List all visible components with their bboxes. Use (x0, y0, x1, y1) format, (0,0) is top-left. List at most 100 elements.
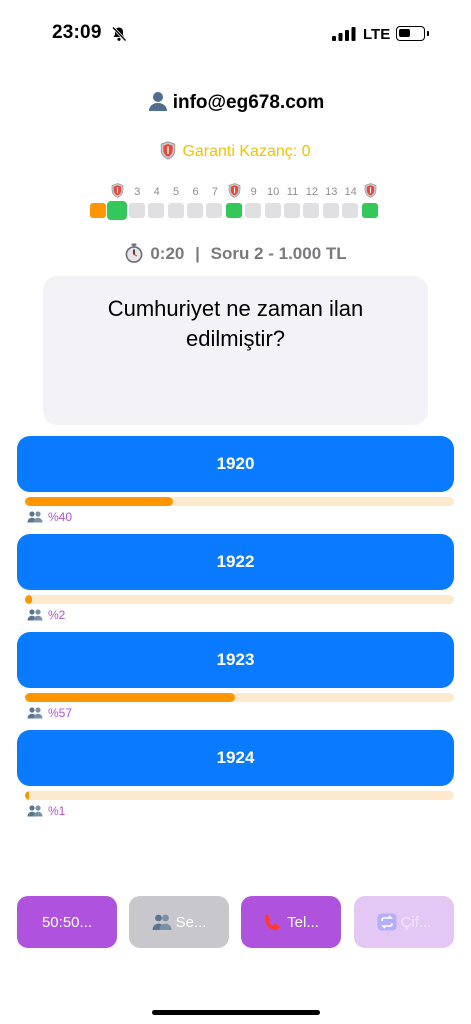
user-header: info@eg678.com (0, 90, 471, 114)
repeat-icon (377, 913, 397, 931)
answer-button[interactable]: 1924 (17, 730, 454, 786)
audience-bar (25, 693, 454, 702)
timer-row: 0:20 | Soru 2 - 1.000 TL (0, 243, 471, 264)
ladder-level-number: 10 (266, 186, 280, 198)
audience-percent: %57 (27, 706, 72, 720)
audience-bar (25, 791, 454, 800)
signal-icon (332, 27, 356, 41)
ladder-level-box (206, 203, 223, 218)
joker-button[interactable]: 50:50... (17, 896, 117, 948)
ladder-level: 4 (147, 183, 166, 219)
ladder-level-number: 3 (134, 186, 141, 198)
audience-bar (25, 497, 454, 506)
ladder-level: 13 (322, 183, 341, 219)
audience-percent: %40 (27, 510, 72, 524)
ladder-level: 7 (205, 183, 224, 219)
people-icon (27, 511, 43, 523)
ladder-level-number: 12 (305, 186, 319, 198)
timer-separator: | (195, 244, 200, 263)
level-ladder: 3 4 5 6 7 9 10 11 12 13 14 (89, 183, 389, 223)
ladder-level-box (284, 203, 300, 218)
guarantee-row: Garanti Kazanç: 0 (0, 141, 471, 161)
ladder-level-number: 4 (153, 186, 160, 198)
ladder-level: 10 (264, 183, 283, 219)
status-bar: 23:09 LTE (0, 0, 471, 70)
joker-label: Tel... (287, 913, 319, 931)
shield-icon (161, 141, 176, 160)
stopwatch-icon (125, 243, 143, 263)
user-icon (148, 92, 167, 111)
user-email: info@eg678.com (172, 92, 325, 113)
ladder-level-box (245, 203, 262, 218)
shield-icon (112, 183, 124, 198)
ladder-level-box (361, 203, 378, 218)
status-time: 23:09 (52, 22, 102, 43)
ladder-level-number: 7 (211, 186, 218, 198)
ladder-level-box (322, 203, 339, 218)
battery-icon (396, 26, 425, 41)
phone-icon (265, 914, 280, 931)
answer-button[interactable]: 1922 (17, 534, 454, 590)
audience-bar-fill (25, 791, 29, 800)
home-indicator[interactable] (152, 1010, 320, 1015)
audience-percent: %2 (27, 608, 65, 622)
ladder-level (89, 183, 108, 219)
guarantee-text: Garanti Kazanç: 0 (182, 143, 311, 160)
people-icon (152, 914, 172, 930)
joker-label: 50:50... (41, 913, 93, 931)
shield-icon (228, 183, 241, 198)
joker-label: Se... (175, 913, 207, 931)
question-info: Soru 2 - 1.000 TL (210, 244, 347, 263)
ladder-level-box (342, 203, 359, 218)
ladder-level (361, 183, 380, 219)
audience-bar (25, 595, 454, 604)
audience-percent: %1 (27, 804, 65, 818)
ladder-level-box (90, 203, 106, 218)
ladder-level-number: 13 (325, 186, 338, 198)
people-icon (27, 805, 43, 817)
ladder-level-number: 14 (344, 186, 357, 198)
question-text: Cumhuriyet ne zaman ilan edilmiştir? (107, 296, 364, 351)
joker-label: Çif... (400, 913, 432, 931)
ladder-level-box (107, 201, 128, 220)
audience-bar-fill (25, 497, 173, 506)
ladder-level-box (264, 203, 281, 218)
people-icon (27, 609, 43, 621)
shield-icon (364, 183, 376, 198)
joker-button[interactable]: Tel... (241, 896, 341, 948)
ladder-level-number: 6 (192, 186, 199, 198)
ladder-level-number: 5 (173, 186, 180, 198)
question-card: Cumhuriyet ne zaman ilan edilmiştir? (43, 276, 428, 425)
joker-button[interactable]: Se... (129, 896, 229, 948)
ladder-level: 11 (283, 183, 302, 219)
ladder-level-box (167, 203, 184, 218)
bell-slash-icon (111, 26, 127, 42)
network-type: LTE (363, 26, 391, 43)
timer-value: 0:20 (150, 244, 185, 263)
audience-bar-fill (25, 595, 33, 604)
ladder-level: 12 (302, 183, 321, 219)
ladder-level-number: 9 (250, 186, 257, 198)
ladder-level (225, 183, 244, 219)
ladder-level: 3 (128, 183, 147, 219)
ladder-level: 5 (167, 183, 186, 219)
audience-bar-fill (25, 693, 236, 702)
ladder-level: 9 (244, 183, 263, 219)
ladder-level-box (303, 203, 320, 218)
people-icon (27, 707, 43, 719)
joker-button[interactable]: Çif... (354, 896, 454, 948)
audience-percent-text: %40 (48, 510, 73, 524)
audience-percent-text: %1 (48, 804, 66, 818)
ladder-level-box (128, 203, 145, 218)
ladder-level-box (225, 203, 242, 218)
audience-percent-text: %57 (48, 706, 73, 720)
ladder-level-box (187, 203, 203, 218)
ladder-level: 6 (186, 183, 205, 219)
answer-button[interactable]: 1920 (17, 436, 454, 492)
ladder-level (107, 183, 128, 220)
ladder-level-number: 11 (286, 186, 299, 198)
answer-button[interactable]: 1923 (17, 632, 454, 688)
battery-cap (427, 31, 429, 36)
ladder-level: 14 (341, 183, 360, 219)
ladder-level-box (148, 203, 165, 218)
